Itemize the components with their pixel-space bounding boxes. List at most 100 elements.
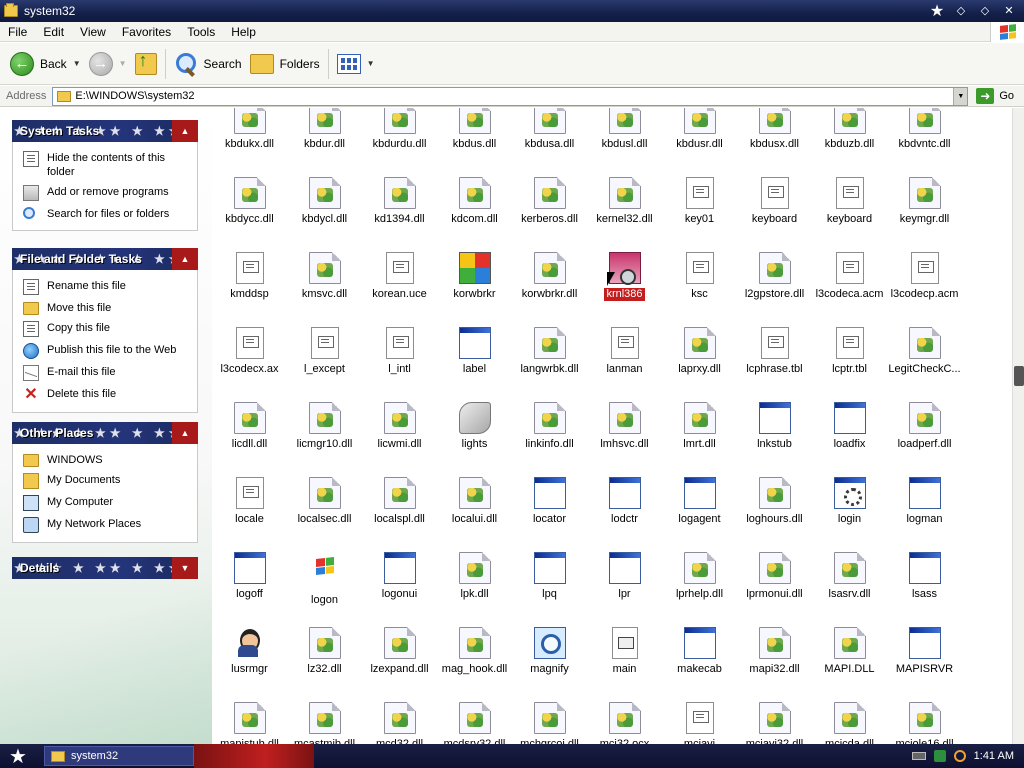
task-add-remove-programs[interactable]: Add or remove programs <box>23 182 191 204</box>
place-my-network[interactable]: My Network Places <box>23 514 191 536</box>
file-item[interactable]: keyboard <box>812 177 887 226</box>
file-item[interactable]: kbdus.dll <box>437 108 512 151</box>
task-move[interactable]: Move this file <box>23 298 191 318</box>
place-my-documents[interactable]: My Documents <box>23 470 191 492</box>
file-item[interactable]: lmrt.dll <box>662 402 737 451</box>
file-item[interactable]: korwbrkr.dll <box>512 252 587 301</box>
file-item[interactable]: localui.dll <box>437 477 512 526</box>
file-item[interactable]: mcd32.dll <box>362 702 437 744</box>
file-item[interactable]: l2gpstore.dll <box>737 252 812 301</box>
file-item[interactable]: lpk.dll <box>437 552 512 601</box>
file-item[interactable]: key01 <box>662 177 737 226</box>
menu-tools[interactable]: Tools <box>179 25 223 39</box>
file-item[interactable]: lcptr.tbl <box>812 327 887 376</box>
file-item[interactable]: langwrbk.dll <box>512 327 587 376</box>
file-item[interactable]: kbdurdu.dll <box>362 108 437 151</box>
views-button[interactable]: ▼ <box>333 47 379 81</box>
file-item[interactable]: mchgrcoi.dll <box>512 702 587 744</box>
task-copy[interactable]: Copy this file <box>23 318 191 340</box>
keyboard-icon[interactable] <box>911 752 926 760</box>
file-item[interactable]: logonui <box>362 552 437 601</box>
file-item[interactable]: lanman <box>587 327 662 376</box>
file-item[interactable]: kbdycc.dll <box>212 177 287 226</box>
file-item[interactable]: ksc <box>662 252 737 301</box>
file-item[interactable]: kmsvc.dll <box>287 252 362 301</box>
file-item[interactable]: lnkstub <box>737 402 812 451</box>
file-item[interactable]: mag_hook.dll <box>437 627 512 676</box>
file-item[interactable]: kerberos.dll <box>512 177 587 226</box>
task-rename[interactable]: Rename this file <box>23 276 191 298</box>
file-item[interactable]: magnify <box>512 627 587 676</box>
file-item[interactable]: l_intl <box>362 327 437 376</box>
file-item[interactable]: keyboard <box>737 177 812 226</box>
clock[interactable]: 1:41 AM <box>974 750 1014 762</box>
file-item[interactable]: l3codecx.ax <box>212 327 287 376</box>
file-item[interactable]: MAPISRVR <box>887 627 962 676</box>
collapse-icon[interactable]: ▲ <box>172 422 198 444</box>
search-tray-icon[interactable] <box>953 750 966 762</box>
file-item[interactable]: lodctr <box>587 477 662 526</box>
file-item[interactable]: licmgr10.dll <box>287 402 362 451</box>
file-tasks-header[interactable]: ★ ★★ ★ ★★ ★ ★★ File and Folder Tasks ▲ <box>12 248 198 270</box>
scrollbar-thumb[interactable] <box>1014 366 1024 386</box>
file-item[interactable]: logagent <box>662 477 737 526</box>
menu-favorites[interactable]: Favorites <box>114 25 179 39</box>
file-item[interactable]: makecab <box>662 627 737 676</box>
address-input[interactable]: E:\WINDOWS\system32 ▼ <box>52 86 969 106</box>
menu-view[interactable]: View <box>72 25 114 39</box>
taskbar-button-system32[interactable]: system32 <box>44 746 194 766</box>
menu-help[interactable]: Help <box>223 25 264 39</box>
file-item[interactable]: kbdusx.dll <box>737 108 812 151</box>
chevron-down-icon[interactable]: ▼ <box>367 59 375 68</box>
file-item[interactable]: logon <box>287 552 362 607</box>
file-item[interactable]: mcastmib.dll <box>287 702 362 744</box>
file-item[interactable]: lsasrv.dll <box>812 552 887 601</box>
file-item[interactable]: lights <box>437 402 512 451</box>
file-item[interactable]: LegitCheckC... <box>887 327 962 376</box>
file-item[interactable]: kbdusa.dll <box>512 108 587 151</box>
chevron-down-icon[interactable]: ▼ <box>953 87 968 105</box>
file-list-view[interactable]: kbdukx.dll kbdur.dll kbdurdu.dll kbdus.dll k… <box>212 108 1012 744</box>
file-item[interactable]: locale <box>212 477 287 526</box>
file-item[interactable]: lprmonui.dll <box>737 552 812 601</box>
file-item[interactable]: licdll.dll <box>212 402 287 451</box>
menu-edit[interactable]: Edit <box>35 25 72 39</box>
place-my-computer[interactable]: My Computer <box>23 492 191 514</box>
file-item[interactable]: kd1394.dll <box>362 177 437 226</box>
file-item[interactable]: kbdycl.dll <box>287 177 362 226</box>
file-item[interactable]: mci32.ocx <box>587 702 662 744</box>
chevron-down-icon[interactable]: ▼ <box>73 59 81 68</box>
system-tasks-header[interactable]: ★ ★★ ★ ★★ ★ ★★ System Tasks ▲ <box>12 120 198 142</box>
file-item[interactable]: label <box>437 327 512 376</box>
file-item[interactable]: lmhsvc.dll <box>587 402 662 451</box>
file-item[interactable]: logoff <box>212 552 287 601</box>
file-item[interactable]: krnl386 <box>587 252 662 301</box>
file-item[interactable]: lpq <box>512 552 587 601</box>
file-item[interactable]: korwbrkr <box>437 252 512 301</box>
file-item[interactable]: kbdukx.dll <box>212 108 287 151</box>
go-button[interactable]: ➜ Go <box>976 88 1014 104</box>
file-item[interactable]: mciavi32.dll <box>737 702 812 744</box>
back-button[interactable]: ← Back ▼ <box>6 47 85 81</box>
file-item[interactable]: localsec.dll <box>287 477 362 526</box>
vertical-scrollbar[interactable] <box>1012 108 1024 744</box>
file-item[interactable]: main <box>587 627 662 676</box>
file-item[interactable]: l3codecp.acm <box>887 252 962 301</box>
file-item[interactable]: logman <box>887 477 962 526</box>
collapse-icon[interactable]: ▲ <box>172 120 198 142</box>
folders-button[interactable]: Folders <box>246 47 324 81</box>
file-item[interactable]: mciole16.dll <box>887 702 962 744</box>
file-item[interactable]: licwmi.dll <box>362 402 437 451</box>
file-item[interactable]: kbdvntc.dll <box>887 108 962 151</box>
file-item[interactable]: kbdur.dll <box>287 108 362 151</box>
file-item[interactable]: kmddsp <box>212 252 287 301</box>
task-hide-contents[interactable]: Hide the contents of this folder <box>23 148 191 182</box>
file-item[interactable]: korean.uce <box>362 252 437 301</box>
search-button[interactable]: Search <box>170 47 246 81</box>
file-item[interactable]: mciavi <box>662 702 737 744</box>
minimize-button[interactable]: ◇ <box>950 2 972 20</box>
file-item[interactable]: login <box>812 477 887 526</box>
file-item[interactable]: loadperf.dll <box>887 402 962 451</box>
forward-button[interactable]: → ▼ <box>85 47 131 81</box>
file-item[interactable]: lsass <box>887 552 962 601</box>
